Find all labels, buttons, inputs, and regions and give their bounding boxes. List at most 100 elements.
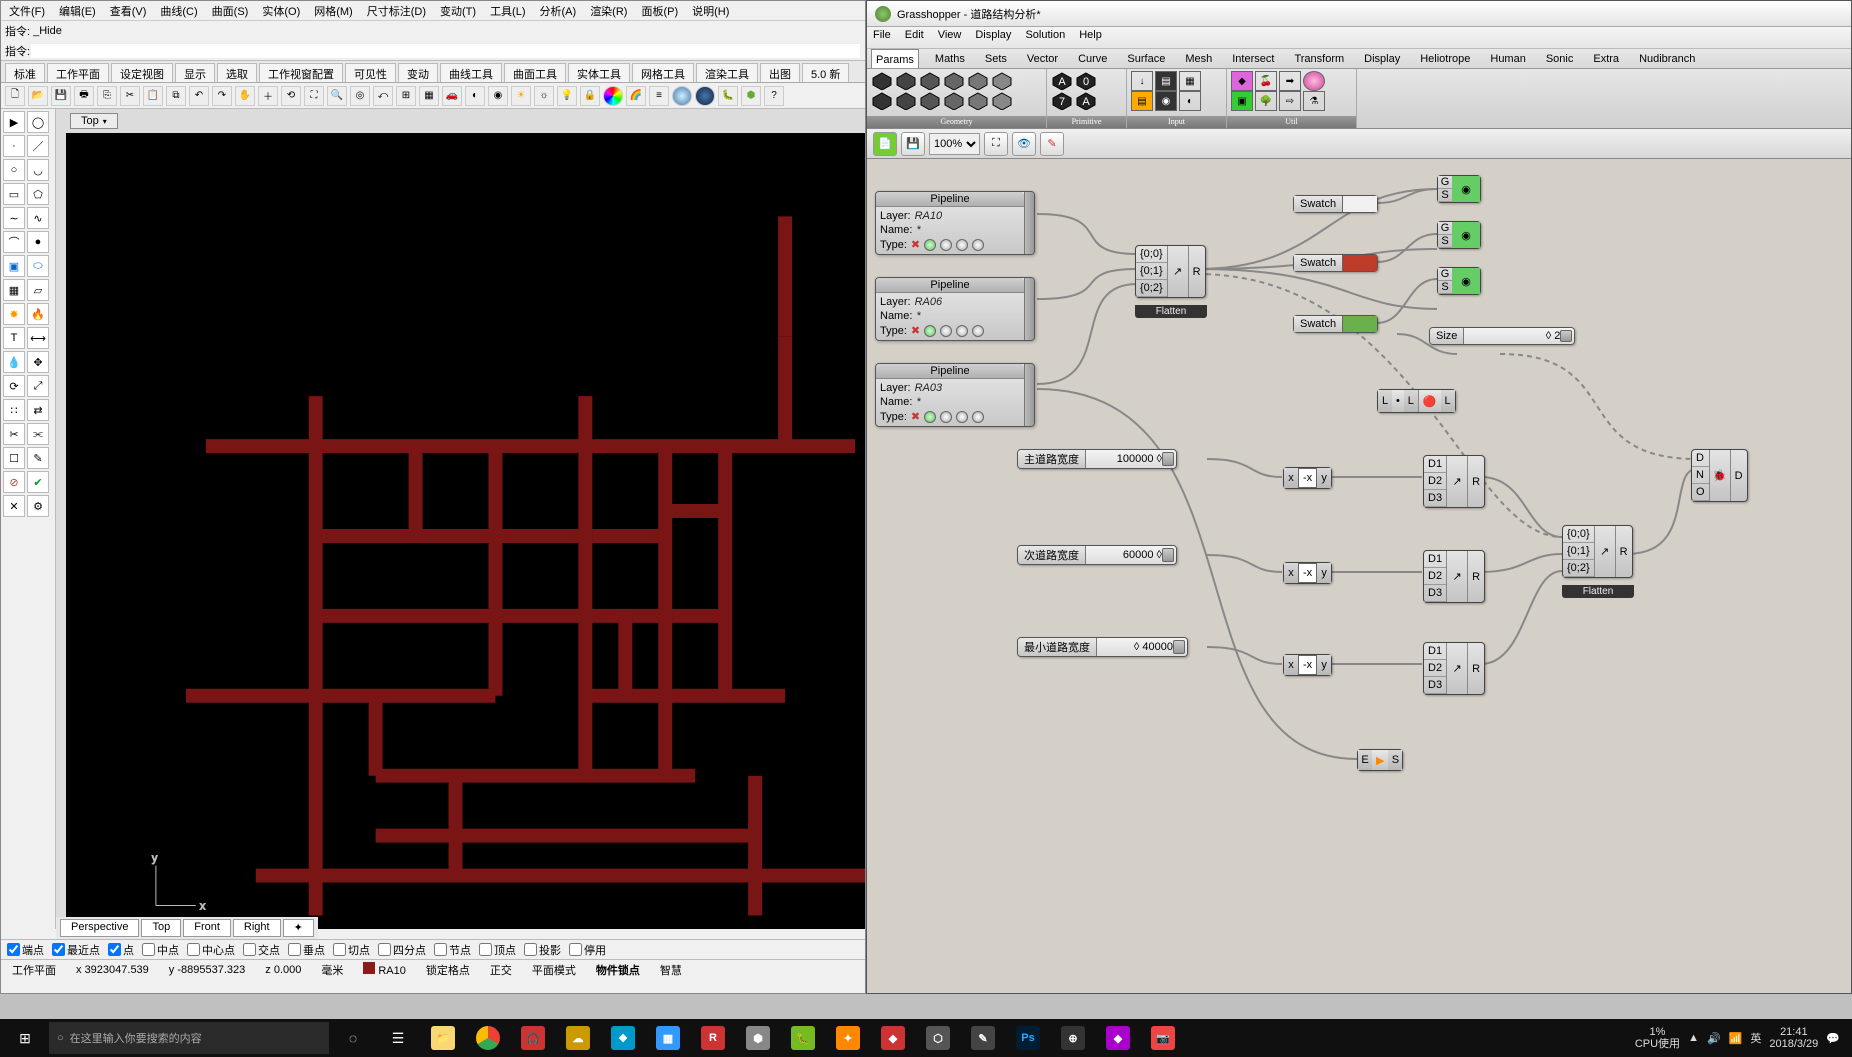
paste-icon[interactable]: 📋 xyxy=(143,86,163,106)
pipeline-component[interactable]: Pipeline Layer:RA10 Name:* Type:✖ xyxy=(875,191,1035,255)
osnap[interactable]: 四分点 xyxy=(378,942,426,958)
mirror-icon[interactable]: ⇄ xyxy=(27,399,49,421)
menu-edit[interactable]: Edit xyxy=(905,29,924,46)
curve-icon[interactable]: ∼ xyxy=(3,207,25,229)
cat-tab[interactable]: Curve xyxy=(1074,49,1111,68)
size-slider[interactable]: Size◊ 2 xyxy=(1429,327,1575,345)
sphere-icon[interactable]: ● xyxy=(27,231,49,253)
util-icon[interactable]: ⇨ xyxy=(1279,91,1301,111)
cut-icon[interactable]: ✂ xyxy=(120,86,140,106)
text-icon[interactable]: T xyxy=(3,327,25,349)
cat-tab[interactable]: Heliotrope xyxy=(1416,49,1474,68)
preview-component[interactable]: GS◉ xyxy=(1437,175,1481,203)
tab[interactable]: 设定视图 xyxy=(111,63,173,82)
neg-component[interactable]: x-xy xyxy=(1283,654,1332,676)
cat-tab[interactable]: Params xyxy=(871,49,919,68)
menu-item[interactable]: 面板(P) xyxy=(637,3,682,18)
input-icon[interactable]: ◐ xyxy=(1179,91,1201,111)
status-plane[interactable]: 工作平面 xyxy=(7,961,61,979)
preview-icon[interactable]: 👁 xyxy=(1012,132,1036,156)
menu-item[interactable]: 编辑(E) xyxy=(55,3,100,18)
system-tray[interactable]: 1%CPU使用 ▲🔊📶英 21:412018/3/29 💬 xyxy=(1635,1026,1848,1050)
dim-icon[interactable]: ⟷ xyxy=(27,327,49,349)
viewport-title[interactable]: Top xyxy=(70,113,118,129)
custom-preview-component[interactable]: DNO 🐞D xyxy=(1691,449,1748,502)
param-icon[interactable] xyxy=(895,91,917,111)
merge-component[interactable]: D1D2D3 ↗R xyxy=(1423,642,1485,695)
osnap[interactable]: 最近点 xyxy=(52,942,100,958)
swatch-component[interactable]: Swatch xyxy=(1293,315,1378,333)
menu-item[interactable]: 分析(A) xyxy=(536,3,581,18)
tab[interactable]: 出图 xyxy=(760,63,800,82)
open-icon[interactable]: 📂 xyxy=(28,86,48,106)
surf-icon[interactable]: ▱ xyxy=(27,279,49,301)
save-icon[interactable]: 💾 xyxy=(51,86,71,106)
bulb-icon[interactable]: 💡 xyxy=(557,86,577,106)
layers-icon[interactable]: ≡ xyxy=(649,86,669,106)
cat-tab[interactable]: Maths xyxy=(931,49,969,68)
app-icon[interactable]: ▦ xyxy=(647,1021,689,1055)
tab[interactable]: 工作视窗配置 xyxy=(259,63,343,82)
osnap[interactable]: 节点 xyxy=(434,942,471,958)
new-icon[interactable]: 🗋 xyxy=(5,86,25,106)
param-icon[interactable] xyxy=(871,91,893,111)
prim-icon[interactable]: 7 xyxy=(1051,91,1073,111)
status-osnap[interactable]: 物件锁点 xyxy=(591,961,645,979)
edit-icon[interactable]: ✎ xyxy=(27,447,49,469)
param-icon[interactable] xyxy=(991,71,1013,91)
4view-icon[interactable]: ⊞ xyxy=(396,86,416,106)
app-icon[interactable]: 📷 xyxy=(1142,1021,1184,1055)
util-icon[interactable]: ➡ xyxy=(1279,71,1301,91)
app-icon[interactable]: 🐛 xyxy=(782,1021,824,1055)
menu-item[interactable]: 查看(V) xyxy=(106,3,151,18)
param-icon[interactable] xyxy=(943,91,965,111)
car-icon[interactable]: 🚗 xyxy=(442,86,462,106)
point-icon[interactable]: · xyxy=(3,135,25,157)
util-icon[interactable]: 🍒 xyxy=(1255,71,1277,91)
cat-tab[interactable]: Intersect xyxy=(1228,49,1278,68)
cat-tab[interactable]: Vector xyxy=(1023,49,1062,68)
material-icon[interactable]: 🌈 xyxy=(626,86,646,106)
menu-item[interactable]: 说明(H) xyxy=(688,3,733,18)
status-ortho[interactable]: 正交 xyxy=(485,961,517,979)
status-unit[interactable]: 毫米 xyxy=(316,961,348,979)
explosion-icon[interactable]: ✸ xyxy=(3,303,25,325)
menu-item[interactable]: 曲面(S) xyxy=(208,3,253,18)
color-icon[interactable] xyxy=(603,86,623,106)
arc-icon[interactable]: ◡ xyxy=(27,159,49,181)
menu-item[interactable]: 实体(O) xyxy=(258,3,304,18)
flow-component[interactable]: E▶S xyxy=(1357,749,1403,771)
menu-item[interactable]: 尺寸标注(D) xyxy=(363,3,430,18)
merge-component[interactable]: D1D2D3 ↗R xyxy=(1423,455,1485,508)
neg-component[interactable]: x-xy xyxy=(1283,467,1332,489)
app-icon[interactable]: R xyxy=(692,1021,734,1055)
cat-tab[interactable]: Surface xyxy=(1123,49,1169,68)
app-icon[interactable]: ◆ xyxy=(1097,1021,1139,1055)
circle-icon[interactable]: ○ xyxy=(3,159,25,181)
util-icon[interactable]: 🌳 xyxy=(1255,91,1277,111)
viewport[interactable]: y x xyxy=(66,133,865,929)
slider-main-road[interactable]: 主道路宽度100000 ◊ xyxy=(1017,449,1177,469)
app-icon[interactable]: ☁ xyxy=(557,1021,599,1055)
util-icon[interactable]: ◆ xyxy=(1231,71,1253,91)
param-icon[interactable] xyxy=(967,91,989,111)
gh-titlebar[interactable]: Grasshopper - 道路结构分析* xyxy=(867,1,1851,27)
neg-component[interactable]: x-xy xyxy=(1283,562,1332,584)
zoom-ext-icon[interactable]: ⛶ xyxy=(984,132,1008,156)
menu-view[interactable]: View xyxy=(938,29,962,46)
app-icon[interactable]: ✦ xyxy=(827,1021,869,1055)
param-icon[interactable] xyxy=(895,71,917,91)
osnap[interactable]: 端点 xyxy=(7,942,44,958)
input-icon[interactable]: ▤ xyxy=(1155,71,1177,91)
flame-icon[interactable]: 🔥 xyxy=(27,303,49,325)
mesh-icon[interactable]: ▦ xyxy=(3,279,25,301)
grid-icon[interactable]: ▦ xyxy=(419,86,439,106)
entwine-component[interactable]: {0;0}{0;1}{0;2} ↗R xyxy=(1135,245,1206,298)
gh-canvas[interactable]: Pipeline Layer:RA10 Name:* Type:✖ Pipeli… xyxy=(867,159,1851,993)
copy2-icon[interactable]: ⧉ xyxy=(166,86,186,106)
delete-icon[interactable]: ✕ xyxy=(3,495,25,517)
shade-icon[interactable]: ◐ xyxy=(465,86,485,106)
entwine-component[interactable]: {0;0}{0;1}{0;2} ↗R xyxy=(1562,525,1633,578)
tab[interactable]: 工作平面 xyxy=(47,63,109,82)
save-icon[interactable]: 💾 xyxy=(901,132,925,156)
